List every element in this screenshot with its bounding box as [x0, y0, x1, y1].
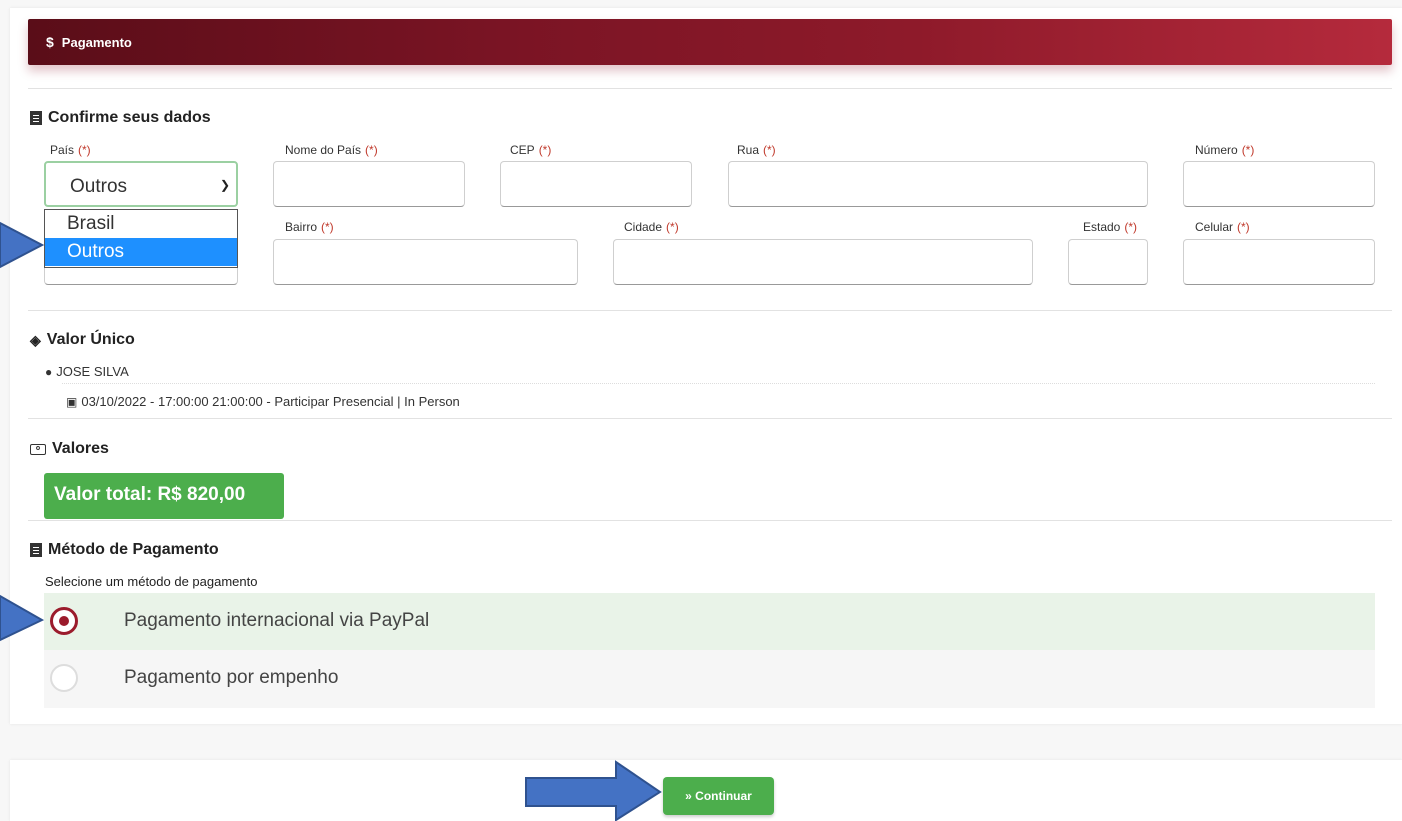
radio-selected[interactable]: [50, 607, 78, 635]
divider: [28, 418, 1392, 419]
event-row: ▣ 03/10/2022 - 17:00:00 21:00:00 - Parti…: [66, 394, 460, 409]
user-icon: ●: [45, 364, 53, 379]
arrow-shape: [0, 594, 44, 642]
arrow-shape: [525, 760, 662, 821]
label-rua: Rua (*): [737, 143, 776, 157]
radio-unselected[interactable]: [50, 664, 78, 692]
document-icon: [30, 111, 42, 125]
pais-select[interactable]: Outros ❯: [44, 161, 238, 207]
total-badge: Valor total: R$ 820,00: [44, 473, 284, 519]
chevron-down-icon: ❯: [219, 178, 230, 192]
bairro-input[interactable]: [273, 239, 578, 285]
payment-option-paypal[interactable]: Pagamento internacional via PayPal: [44, 593, 1375, 650]
complemento-input[interactable]: [44, 266, 238, 285]
section-confirm-title: Confirme seus dados: [48, 109, 211, 126]
cep-input[interactable]: [500, 161, 692, 207]
header-title: Pagamento: [61, 35, 132, 50]
numero-input[interactable]: [1183, 161, 1375, 207]
section-valores: o Valores: [30, 440, 109, 458]
label-estado: Estado (*): [1083, 220, 1138, 234]
estado-input[interactable]: [1068, 239, 1148, 285]
cidade-input[interactable]: [613, 239, 1033, 285]
box-icon: ◈: [30, 331, 41, 348]
section-confirm: Confirme seus dados: [30, 109, 211, 127]
person-row: ● JOSE SILVA: [45, 364, 129, 379]
dotted-divider: [62, 383, 1375, 384]
event-text: 03/10/2022 - 17:00:00 21:00:00 - Partici…: [81, 394, 460, 409]
pais-option-brasil[interactable]: Brasil: [45, 210, 237, 238]
dollar-icon: $: [46, 34, 54, 50]
pais-select-value: Outros: [70, 176, 128, 197]
label-celular: Celular (*): [1195, 220, 1250, 234]
continue-label: Continuar: [695, 789, 752, 803]
pais-dropdown[interactable]: Brasil Outros: [44, 209, 238, 268]
payment-option-empenho[interactable]: Pagamento por empenho: [44, 650, 1375, 708]
section-valor-unico: ◈ Valor Único: [30, 331, 135, 349]
label-cidade: Cidade (*): [624, 220, 679, 234]
continue-button[interactable]: » Continuar: [663, 777, 774, 815]
calendar-icon: ▣: [66, 394, 78, 409]
divider: [28, 520, 1392, 521]
payment-hint: Selecione um método de pagamento: [45, 574, 258, 589]
nome-pais-input[interactable]: [273, 161, 465, 207]
money-icon: o: [30, 443, 46, 455]
label-pais: País (*): [50, 143, 91, 157]
label-cep: CEP (*): [510, 143, 552, 157]
section-metodo-title: Método de Pagamento: [48, 541, 219, 558]
pais-option-outros[interactable]: Outros: [45, 238, 237, 266]
label-nome-pais: Nome do País (*): [285, 143, 378, 157]
annotation-arrow-icon: [0, 221, 44, 269]
payment-option-label: Pagamento por empenho: [124, 667, 339, 688]
label-bairro: Bairro (*): [285, 220, 334, 234]
celular-input[interactable]: [1183, 239, 1375, 285]
label-numero: Número (*): [1195, 143, 1255, 157]
section-valor-unico-title: Valor Único: [46, 331, 135, 348]
section-valores-title: Valores: [52, 440, 109, 457]
divider: [28, 88, 1392, 89]
arrow-shape: [0, 221, 44, 269]
annotation-arrow-icon: [525, 760, 662, 821]
double-chevron-right-icon: »: [685, 789, 692, 803]
header-bar: $ Pagamento: [28, 19, 1392, 65]
rua-input[interactable]: [728, 161, 1148, 207]
payment-option-label: Pagamento internacional via PayPal: [124, 610, 430, 631]
section-metodo: Método de Pagamento: [30, 541, 219, 559]
document-icon: [30, 543, 42, 557]
annotation-arrow-icon: [0, 594, 44, 642]
person-name: JOSE SILVA: [56, 364, 129, 379]
divider: [28, 310, 1392, 311]
